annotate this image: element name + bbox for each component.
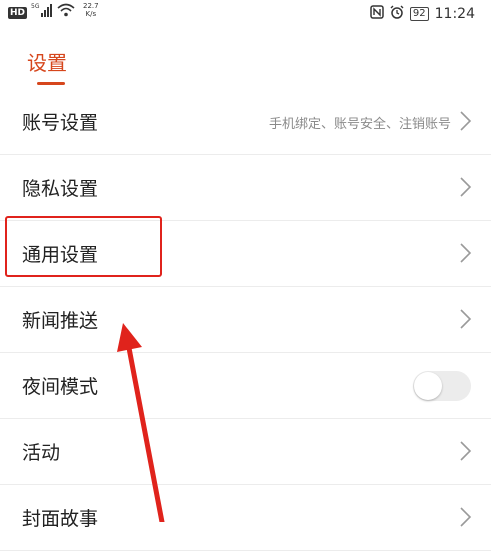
settings-header: 设置 [0, 35, 491, 93]
status-right: 92 11:24 [370, 5, 475, 23]
chevron-right-icon [460, 243, 472, 263]
settings-item-label: 活动 [22, 442, 61, 464]
settings-item-night-mode: 夜间模式 [0, 352, 491, 419]
toggle-knob [414, 372, 442, 400]
page-title: 设置 [27, 51, 67, 75]
settings-item-label: 账号设置 [22, 112, 99, 134]
chevron-right-icon [460, 309, 472, 329]
highlight-box [5, 216, 162, 277]
chevron-right-icon [460, 441, 472, 461]
settings-item-label: 新闻推送 [22, 310, 99, 332]
settings-item-cover-story[interactable]: 封面故事 [0, 484, 491, 551]
hd-badge: HD [8, 7, 28, 19]
network-speed-value: 22.7 [83, 2, 99, 10]
network-type-label: 5G [31, 3, 40, 10]
network-speed-unit: K/s [85, 10, 97, 18]
network-speed: 22.7 K/s [83, 2, 99, 18]
alarm-icon [390, 5, 404, 23]
battery-indicator: 92 [409, 7, 429, 21]
settings-item-activity[interactable]: 活动 [0, 418, 491, 485]
settings-item-privacy[interactable]: 隐私设置 [0, 154, 491, 221]
chevron-right-icon [460, 507, 472, 527]
settings-item-news-push[interactable]: 新闻推送 [0, 286, 491, 353]
settings-item-label: 封面故事 [22, 508, 99, 530]
signal-icon: 5G [31, 2, 53, 22]
status-bar: HD 5G 22.7 K/s 92 11:24 [0, 0, 491, 30]
chevron-right-icon [460, 177, 472, 197]
settings-item-label: 夜间模式 [22, 376, 99, 398]
chevron-right-icon [460, 111, 472, 131]
clock: 11:24 [434, 6, 475, 22]
night-mode-toggle[interactable] [413, 371, 471, 401]
settings-item-subtitle: 手机绑定、账号安全、注销账号 [268, 117, 451, 132]
settings-item-account[interactable]: 账号设置 手机绑定、账号安全、注销账号 [0, 88, 491, 155]
status-left: HD 5G 22.7 K/s [8, 2, 99, 22]
wifi-icon [57, 2, 75, 22]
title-underline [37, 82, 65, 85]
settings-item-label: 隐私设置 [22, 178, 99, 200]
nfc-icon [370, 5, 384, 23]
